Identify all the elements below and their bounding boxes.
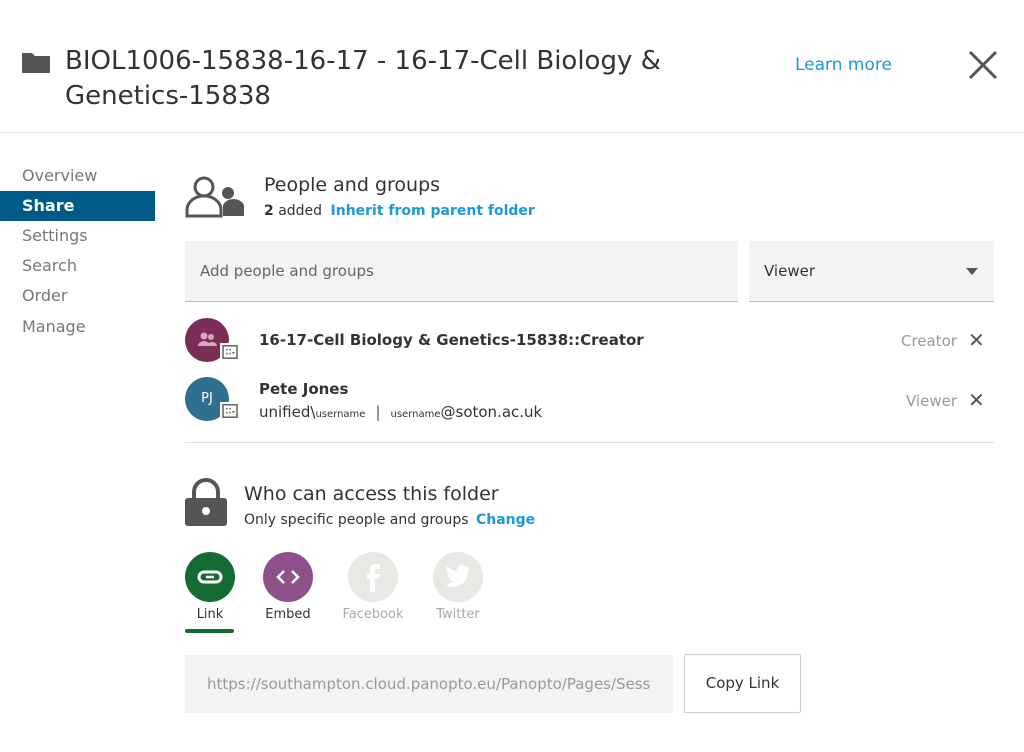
embed-label[interactable]: Embed (253, 607, 323, 622)
lock-icon (185, 478, 227, 526)
access-desc: Only specific people and groups (244, 512, 469, 528)
separator: | (375, 403, 381, 421)
change-link[interactable]: Change (476, 512, 535, 528)
chevron-down-icon (966, 268, 978, 275)
twitter-label[interactable]: Twitter (423, 607, 493, 622)
added-label: added (278, 203, 323, 219)
building-icon (220, 402, 240, 420)
folder-icon (22, 53, 50, 73)
copy-link-button[interactable]: Copy Link (684, 654, 801, 713)
entry-name: 16-17-Cell Biology & Genetics-15838::Cre… (259, 331, 644, 349)
username: username (390, 409, 441, 420)
link-icon (197, 570, 223, 584)
entry-name: Pete Jones (259, 380, 349, 398)
email: @soton.ac.uk (440, 403, 543, 421)
learn-more-link[interactable]: Learn more (795, 55, 892, 75)
facebook-share-button[interactable] (348, 552, 398, 602)
facebook-label[interactable]: Facebook (338, 607, 408, 622)
sidebar-item-share[interactable]: Share (0, 191, 155, 221)
role-select[interactable]: Viewer (749, 241, 994, 302)
sidebar-item-manage[interactable]: Manage (0, 312, 155, 342)
add-people-input[interactable]: Add people and groups (185, 241, 738, 302)
facebook-icon (367, 564, 380, 592)
inherit-link[interactable]: Inherit from parent folder (331, 203, 535, 219)
remove-icon[interactable]: ✕ (968, 388, 985, 412)
role-select-value: Viewer (764, 262, 815, 280)
people-title: People and groups (264, 174, 441, 196)
share-url-field[interactable]: https://southampton.cloud.panopto.eu/Pan… (185, 655, 673, 713)
link-label[interactable]: Link (175, 607, 245, 622)
close-icon[interactable] (966, 48, 1000, 82)
entry-details: unified\username | username@soton.ac.uk (259, 403, 542, 421)
divider (185, 442, 994, 443)
link-share-button[interactable] (185, 552, 235, 602)
people-icon (185, 176, 245, 218)
building-icon (220, 343, 240, 361)
twitter-icon (446, 564, 470, 587)
page-title: BIOL1006-15838-16-17 - 16-17-Cell Biolog… (65, 46, 661, 111)
added-count: 2 (264, 203, 274, 219)
active-tab-indicator (185, 629, 234, 633)
embed-share-button[interactable] (263, 552, 313, 602)
sidebar-item-settings[interactable]: Settings (0, 221, 155, 251)
entry-role[interactable]: Viewer (906, 392, 957, 410)
embed-icon (276, 570, 300, 584)
sidebar-item-overview[interactable]: Overview (0, 161, 155, 191)
remove-icon[interactable]: ✕ (968, 328, 985, 352)
access-title: Who can access this folder (244, 483, 499, 505)
sidebar-item-search[interactable]: Search (0, 251, 155, 281)
sidebar-item-order[interactable]: Order (0, 281, 155, 311)
header-divider (0, 132, 1024, 133)
twitter-share-button[interactable] (433, 552, 483, 602)
domain: unified\ (259, 403, 316, 421)
username: username (315, 409, 366, 420)
entry-role[interactable]: Creator (901, 332, 957, 350)
